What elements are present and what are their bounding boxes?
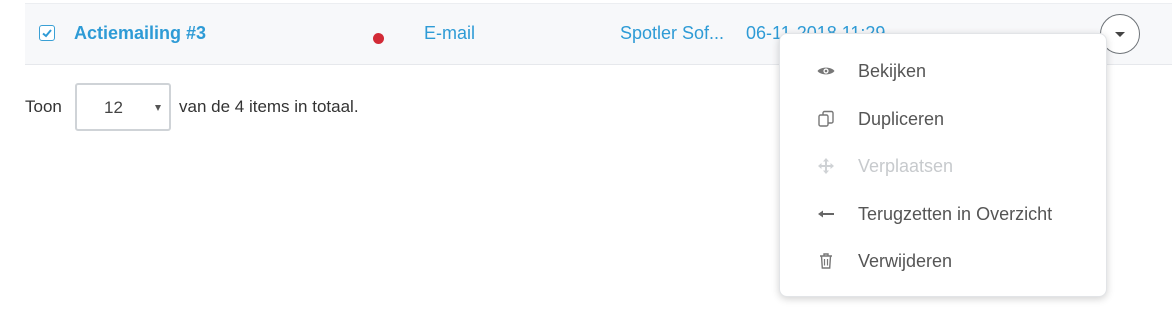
menu-item-label: Verplaatsen	[858, 156, 954, 176]
move-icon	[816, 156, 836, 176]
row-actions-menu: Bekijken Dupliceren Verplaatsen Terugzet…	[779, 33, 1107, 297]
menu-item-label: Verwijderen	[858, 251, 953, 271]
duplicate-icon	[816, 109, 836, 129]
eye-icon	[816, 61, 836, 81]
mailing-type: E-mail	[424, 23, 476, 43]
chevron-down-icon	[1115, 32, 1125, 37]
checkmark-icon	[42, 29, 52, 38]
status-indicator	[373, 33, 384, 44]
menu-item-label: Terugzetten in Overzicht	[858, 204, 1053, 224]
menu-item-label: Bekijken	[858, 61, 927, 81]
row-checkbox[interactable]	[39, 25, 55, 41]
menu-item-view[interactable]: Bekijken	[780, 51, 1106, 91]
mailing-owner: Spotler Sof...	[620, 23, 725, 43]
menu-item-restore[interactable]: Terugzetten in Overzicht	[780, 194, 1106, 234]
menu-item-move: Verplaatsen	[780, 146, 1106, 186]
mailing-title-link[interactable]: Actiemailing #3	[74, 23, 206, 44]
menu-item-label: Dupliceren	[858, 109, 945, 129]
page-size-select[interactable]: 12	[75, 83, 171, 131]
page-size-value: 12	[104, 98, 123, 117]
menu-item-duplicate[interactable]: Dupliceren	[780, 99, 1106, 139]
trash-icon	[816, 251, 836, 271]
show-label: Toon	[25, 97, 62, 116]
menu-item-delete[interactable]: Verwijderen	[780, 241, 1106, 281]
caret-down-icon	[155, 105, 161, 111]
arrow-left-icon	[816, 204, 836, 224]
items-total-label: van de 4 items in totaal.	[179, 97, 359, 116]
